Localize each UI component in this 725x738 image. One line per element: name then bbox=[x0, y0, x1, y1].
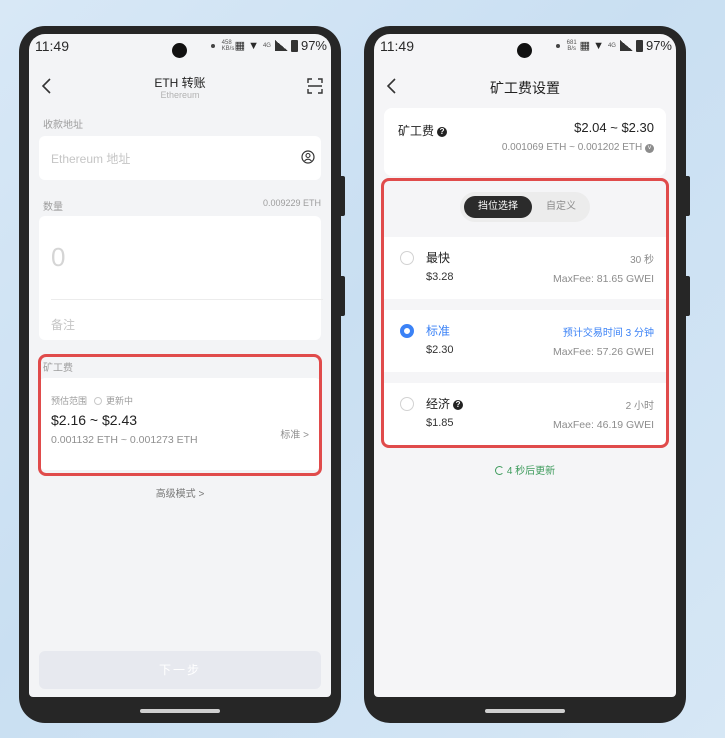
fee-highlight-box bbox=[38, 354, 322, 476]
help-icon[interactable]: ? bbox=[437, 127, 448, 137]
transfer-header: ETH 转账 Ethereum bbox=[29, 70, 331, 106]
signal-icon bbox=[619, 40, 633, 51]
network-type: 4G bbox=[607, 42, 616, 49]
wifi-icon: ▼ bbox=[593, 39, 604, 52]
nfc-icon: ▦ bbox=[234, 40, 246, 52]
home-indicator bbox=[140, 709, 220, 713]
wifi-icon: ▼ bbox=[248, 39, 259, 52]
page-subtitle: Ethereum bbox=[160, 90, 200, 100]
page-title: 矿工费设置 bbox=[490, 80, 560, 96]
net-speed: 681 B/s bbox=[566, 39, 577, 52]
battery-level: 97% bbox=[645, 38, 672, 53]
camera-icon bbox=[517, 43, 532, 58]
fee-usd-range: $2.04 ~ $2.30 bbox=[574, 120, 654, 135]
battery-icon bbox=[635, 39, 643, 52]
fee-eth-range: 0.001069 ETH ~ 0.001202 ETH ˅ bbox=[502, 142, 654, 153]
power-button bbox=[341, 276, 345, 316]
status-bar: 11:49 458 KB/s ▦ ▼ 4G 97% bbox=[29, 34, 331, 60]
fee-settings-header: 矿工费设置 bbox=[374, 70, 676, 106]
status-time: 11:49 bbox=[380, 38, 414, 54]
home-indicator bbox=[485, 709, 565, 713]
fee-options-highlight-box bbox=[381, 178, 669, 448]
scan-icon[interactable] bbox=[307, 78, 323, 94]
battery-level: 97% bbox=[300, 38, 327, 53]
amount-label: 数量 bbox=[43, 202, 63, 213]
notification-dot-icon bbox=[210, 43, 215, 48]
fee-settings-screen: 11:49 681 B/s ▦ ▼ 4G 97% 矿工费设置 矿工费? $2.0… bbox=[374, 34, 676, 697]
address-label: 收款地址 bbox=[43, 120, 83, 131]
fee-summary-card: 矿工费? $2.04 ~ $2.30 0.001069 ETH ~ 0.0012… bbox=[384, 108, 666, 176]
phone-fee-settings: 11:49 681 B/s ▦ ▼ 4G 97% 矿工费设置 矿工费? $2.0… bbox=[364, 26, 690, 723]
amount-input[interactable]: 0 bbox=[51, 242, 65, 273]
phone-transfer: 11:49 458 KB/s ▦ ▼ 4G 97% ETH 转账 Ethereu… bbox=[19, 26, 345, 723]
battery-icon bbox=[290, 39, 298, 52]
volume-button bbox=[686, 176, 690, 216]
refresh-spinner-icon bbox=[494, 466, 504, 475]
nfc-icon: ▦ bbox=[579, 40, 591, 52]
page-title: ETH 转账 bbox=[154, 76, 206, 90]
address-placeholder: Ethereum 地址 bbox=[51, 152, 131, 166]
fee-label: 矿工费? bbox=[398, 122, 448, 139]
power-button bbox=[686, 276, 690, 316]
next-button[interactable]: 下一步 bbox=[39, 651, 321, 689]
network-type: 4G bbox=[262, 42, 271, 49]
chevron-down-icon[interactable]: ˅ bbox=[645, 144, 654, 153]
amount-card bbox=[39, 216, 321, 340]
signal-icon bbox=[274, 40, 288, 51]
refresh-countdown: 4 秒后更新 bbox=[374, 462, 676, 477]
contact-icon[interactable] bbox=[301, 150, 315, 164]
net-speed: 458 KB/s bbox=[221, 39, 235, 52]
balance-value: 0.009229 ETH bbox=[262, 198, 321, 208]
amount-divider bbox=[51, 299, 323, 300]
notification-dot-icon bbox=[555, 43, 560, 48]
status-time: 11:49 bbox=[35, 38, 69, 54]
status-bar: 11:49 681 B/s ▦ ▼ 4G 97% bbox=[374, 34, 676, 60]
transfer-screen: 11:49 458 KB/s ▦ ▼ 4G 97% ETH 转账 Ethereu… bbox=[29, 34, 331, 697]
camera-icon bbox=[172, 43, 187, 58]
memo-input[interactable]: 备注 bbox=[51, 316, 75, 333]
advanced-mode-link[interactable]: 高级模式 > bbox=[29, 485, 331, 500]
volume-button bbox=[341, 176, 345, 216]
